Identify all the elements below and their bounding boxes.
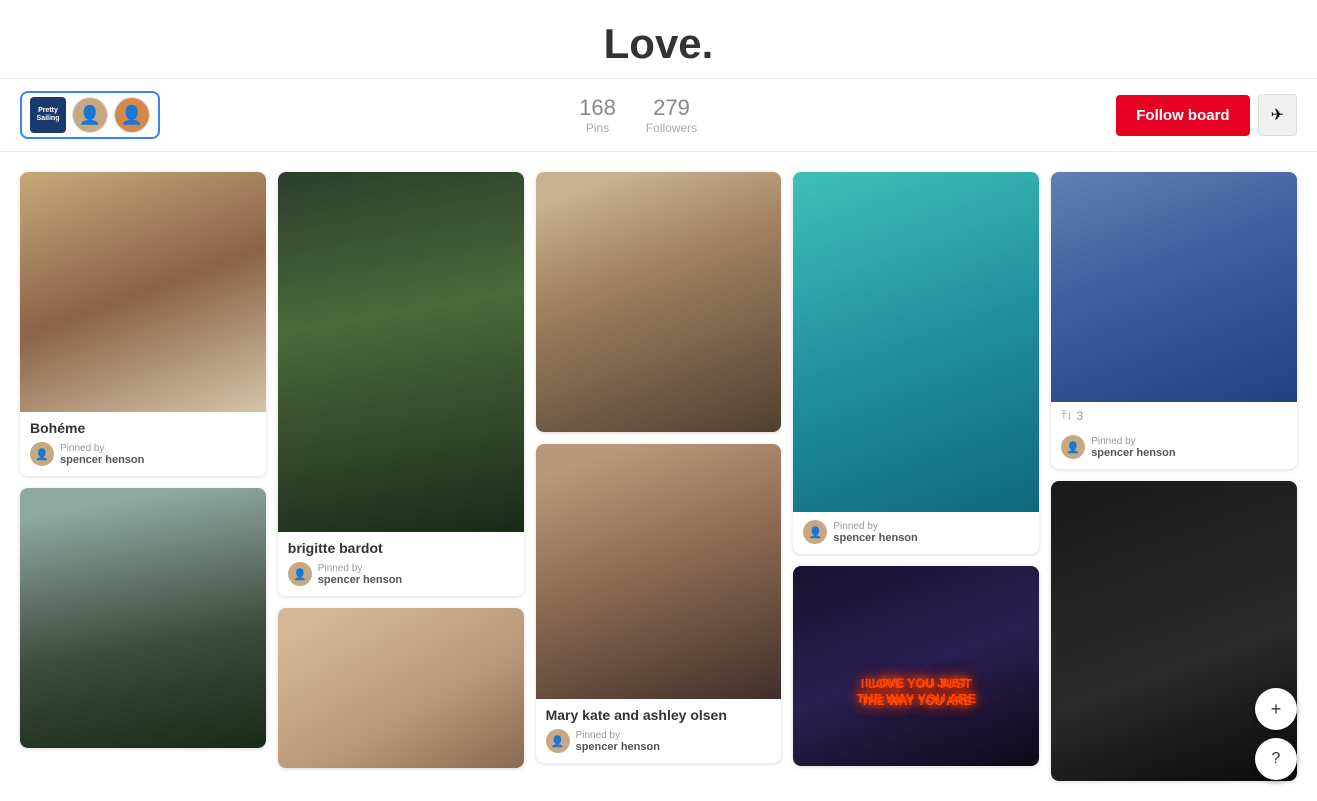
pin-image-lana	[20, 488, 266, 748]
masonry-col-3: 👤 Pinned by spencer henson I LOVE YOU JU…	[793, 172, 1039, 781]
pin-card-mary-kate[interactable]: Mary kate and ashley olsen 👤 Pinned by s…	[536, 444, 782, 763]
pin-card-blonde1[interactable]	[536, 172, 782, 432]
likes-count: 3	[1077, 409, 1084, 423]
pins-count: 168	[579, 95, 616, 121]
pin-author-avatar-mary-kate: 👤	[546, 729, 570, 753]
pin-info-couple-mountain: 👤 Pinned by spencer henson	[1051, 427, 1297, 469]
send-button[interactable]: ✈	[1258, 94, 1297, 136]
neon-text: I LOVE YOU JUSTTHE WAY YOU ARE	[861, 674, 972, 710]
pin-author-couple-mountain: 👤 Pinned by spencer henson	[1061, 435, 1287, 459]
pin-image-neon: I LOVE YOU JUSTTHE WAY YOU ARE	[793, 566, 1039, 766]
followers-count: 279	[646, 95, 697, 121]
stats-container: 168 Pins 279 Followers	[579, 95, 697, 135]
pin-grid-container: Bohéme 👤 Pinned by spencer henson	[0, 152, 1317, 801]
board-owners[interactable]: PrettySailing 👤 👤	[20, 91, 160, 139]
avatar-image-2: 👤	[115, 98, 149, 132]
page-title: Love.	[0, 20, 1317, 68]
page-header: Love.	[0, 0, 1317, 79]
masonry-col-1: brigitte bardot 👤 Pinned by spencer hens…	[278, 172, 524, 781]
pin-card-boheme[interactable]: Bohéme 👤 Pinned by spencer henson	[20, 172, 266, 476]
pin-image-boheme	[20, 172, 266, 412]
pin-author-avatar-underwater: 👤	[803, 520, 827, 544]
pin-image-blonde1	[536, 172, 782, 432]
owner-avatar-2[interactable]: 👤	[114, 97, 150, 133]
floating-help-button[interactable]: ?	[1255, 738, 1297, 780]
pin-card-lana[interactable]	[20, 488, 266, 748]
pin-info-underwater: 👤 Pinned by spencer henson	[793, 512, 1039, 554]
masonry-grid: Bohéme 👤 Pinned by spencer henson	[20, 172, 1297, 781]
masonry-col-0: Bohéme 👤 Pinned by spencer henson	[20, 172, 266, 781]
pin-author-underwater: 👤 Pinned by spencer henson	[803, 520, 1029, 544]
likes-icon: ⤒↓	[1061, 408, 1072, 423]
top-bar-actions: Follow board ✈	[1116, 94, 1297, 136]
followers-stat: 279 Followers	[646, 95, 697, 135]
pin-author-avatar-brigitte: 👤	[288, 562, 312, 586]
pin-image-bedroom	[278, 608, 524, 768]
owner-avatar-1[interactable]: 👤	[72, 97, 108, 133]
pin-info-brigitte: brigitte bardot 👤 Pinned by spencer hens…	[278, 532, 524, 596]
pin-author-boheme: 👤 Pinned by spencer henson	[30, 442, 256, 466]
pins-stat: 168 Pins	[579, 95, 616, 135]
followers-label: Followers	[646, 121, 697, 135]
pin-info-boheme: Bohéme 👤 Pinned by spencer henson	[20, 412, 266, 476]
pin-info-mary-kate: Mary kate and ashley olsen 👤 Pinned by s…	[536, 699, 782, 763]
pin-card-neon[interactable]: I LOVE YOU JUSTTHE WAY YOU ARE	[793, 566, 1039, 766]
pin-author-info-couple-mountain: Pinned by spencer henson	[1091, 435, 1175, 459]
pin-author-info-underwater: Pinned by spencer henson	[833, 520, 917, 544]
pin-author-info-mary-kate: Pinned by spencer henson	[576, 729, 660, 753]
pin-card-couple-mountain[interactable]: ⤒↓ 3 👤 Pinned by spencer henson	[1051, 172, 1297, 469]
pin-card-brigitte[interactable]: brigitte bardot 👤 Pinned by spencer hens…	[278, 172, 524, 596]
pin-likes-couple-mountain: ⤒↓ 3	[1051, 402, 1297, 427]
pin-author-info-boheme: Pinned by spencer henson	[60, 442, 144, 466]
top-bar: PrettySailing 👤 👤 168 Pins 279 Followers…	[0, 79, 1317, 152]
pin-author-brigitte: 👤 Pinned by spencer henson	[288, 562, 514, 586]
pin-author-avatar-couple-mountain: 👤	[1061, 435, 1085, 459]
follow-board-button[interactable]: Follow board	[1116, 95, 1249, 136]
board-logo: PrettySailing	[30, 97, 66, 133]
floating-buttons: + ?	[1255, 688, 1297, 780]
pin-author-mary-kate: 👤 Pinned by spencer henson	[546, 729, 772, 753]
avatar-image-1: 👤	[73, 98, 107, 132]
floating-plus-button[interactable]: +	[1255, 688, 1297, 730]
pin-image-brigitte	[278, 172, 524, 532]
pin-title-brigitte: brigitte bardot	[288, 540, 514, 556]
pin-card-underwater[interactable]: 👤 Pinned by spencer henson	[793, 172, 1039, 554]
pin-image-couple-mountain	[1051, 172, 1297, 402]
pin-image-mary-kate	[536, 444, 782, 699]
masonry-col-2: Mary kate and ashley olsen 👤 Pinned by s…	[536, 172, 782, 781]
pin-title-boheme: Bohéme	[30, 420, 256, 436]
pin-title-mary-kate: Mary kate and ashley olsen	[546, 707, 772, 723]
pin-author-info-brigitte: Pinned by spencer henson	[318, 562, 402, 586]
pins-label: Pins	[579, 121, 616, 135]
pin-card-bedroom[interactable]	[278, 608, 524, 768]
pin-author-avatar-boheme: 👤	[30, 442, 54, 466]
pin-image-underwater	[793, 172, 1039, 512]
